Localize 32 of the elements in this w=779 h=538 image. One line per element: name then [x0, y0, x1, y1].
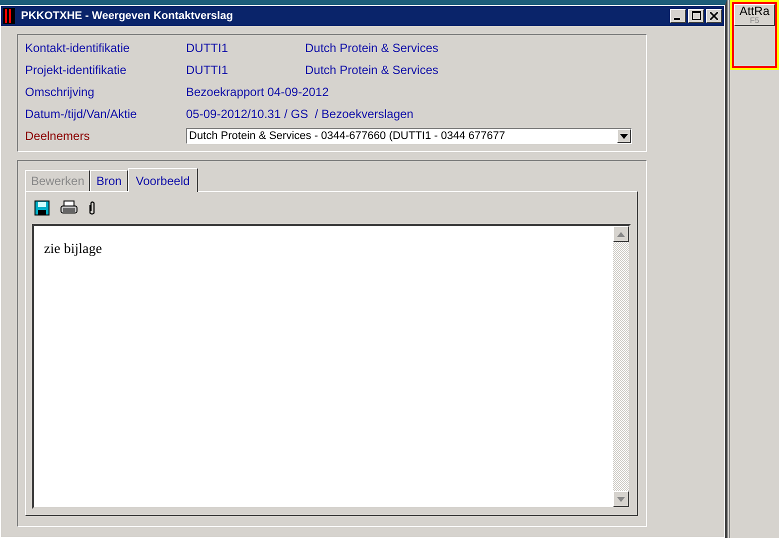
minimize-button[interactable]	[670, 9, 686, 23]
field-label: Kontakt-identifikatie	[25, 41, 131, 55]
up-arrow-icon	[617, 232, 625, 236]
field-value: 05-09-2012/10.31 / GS / Bezoekverslagen	[186, 107, 414, 121]
close-icon	[710, 12, 718, 20]
tab[interactable]: Bron	[90, 170, 128, 191]
field-value: Dutch Protein & Services	[305, 63, 438, 77]
field-label: Omschrijving	[25, 85, 96, 99]
printer-icon[interactable]	[60, 200, 78, 216]
field-label: Deelnemers	[25, 129, 91, 143]
field-label: Datum-/tijd/Van/Aktie	[25, 107, 138, 121]
paperclip-icon[interactable]	[88, 200, 96, 216]
field-value: DUTTI1	[186, 63, 229, 77]
field-value: Bezoekrapport 04-09-2012	[186, 85, 329, 99]
close-button[interactable]	[706, 9, 722, 23]
field-value: DUTTI1	[186, 41, 229, 55]
tab[interactable]: Voorbeeld	[128, 168, 198, 192]
maximize-icon	[692, 11, 700, 20]
text-editor[interactable]: zie bijlage	[32, 224, 631, 509]
field-label: Projekt-identifikatie	[25, 63, 128, 77]
down-arrow-icon	[617, 496, 625, 502]
participants-dropdown[interactable]: Dutch Protein & Services - 0344-677660 (DUTTI1 - 0344 677677	[186, 128, 632, 144]
save-icon[interactable]	[34, 200, 50, 216]
window-title: PKKOTXHE - Weergeven Kontaktverslag	[21, 10, 234, 22]
editor-text: zie bijlage	[43, 241, 103, 259]
app-icon	[3, 8, 15, 24]
scrollbar[interactable]	[613, 226, 629, 507]
field-value: Dutch Protein & Services	[305, 41, 438, 55]
caret-icon	[620, 134, 628, 138]
maximize-button[interactable]	[688, 9, 704, 23]
dropdown-button[interactable]	[617, 129, 631, 143]
shortcut-button[interactable]: AttRa F5	[734, 4, 775, 26]
